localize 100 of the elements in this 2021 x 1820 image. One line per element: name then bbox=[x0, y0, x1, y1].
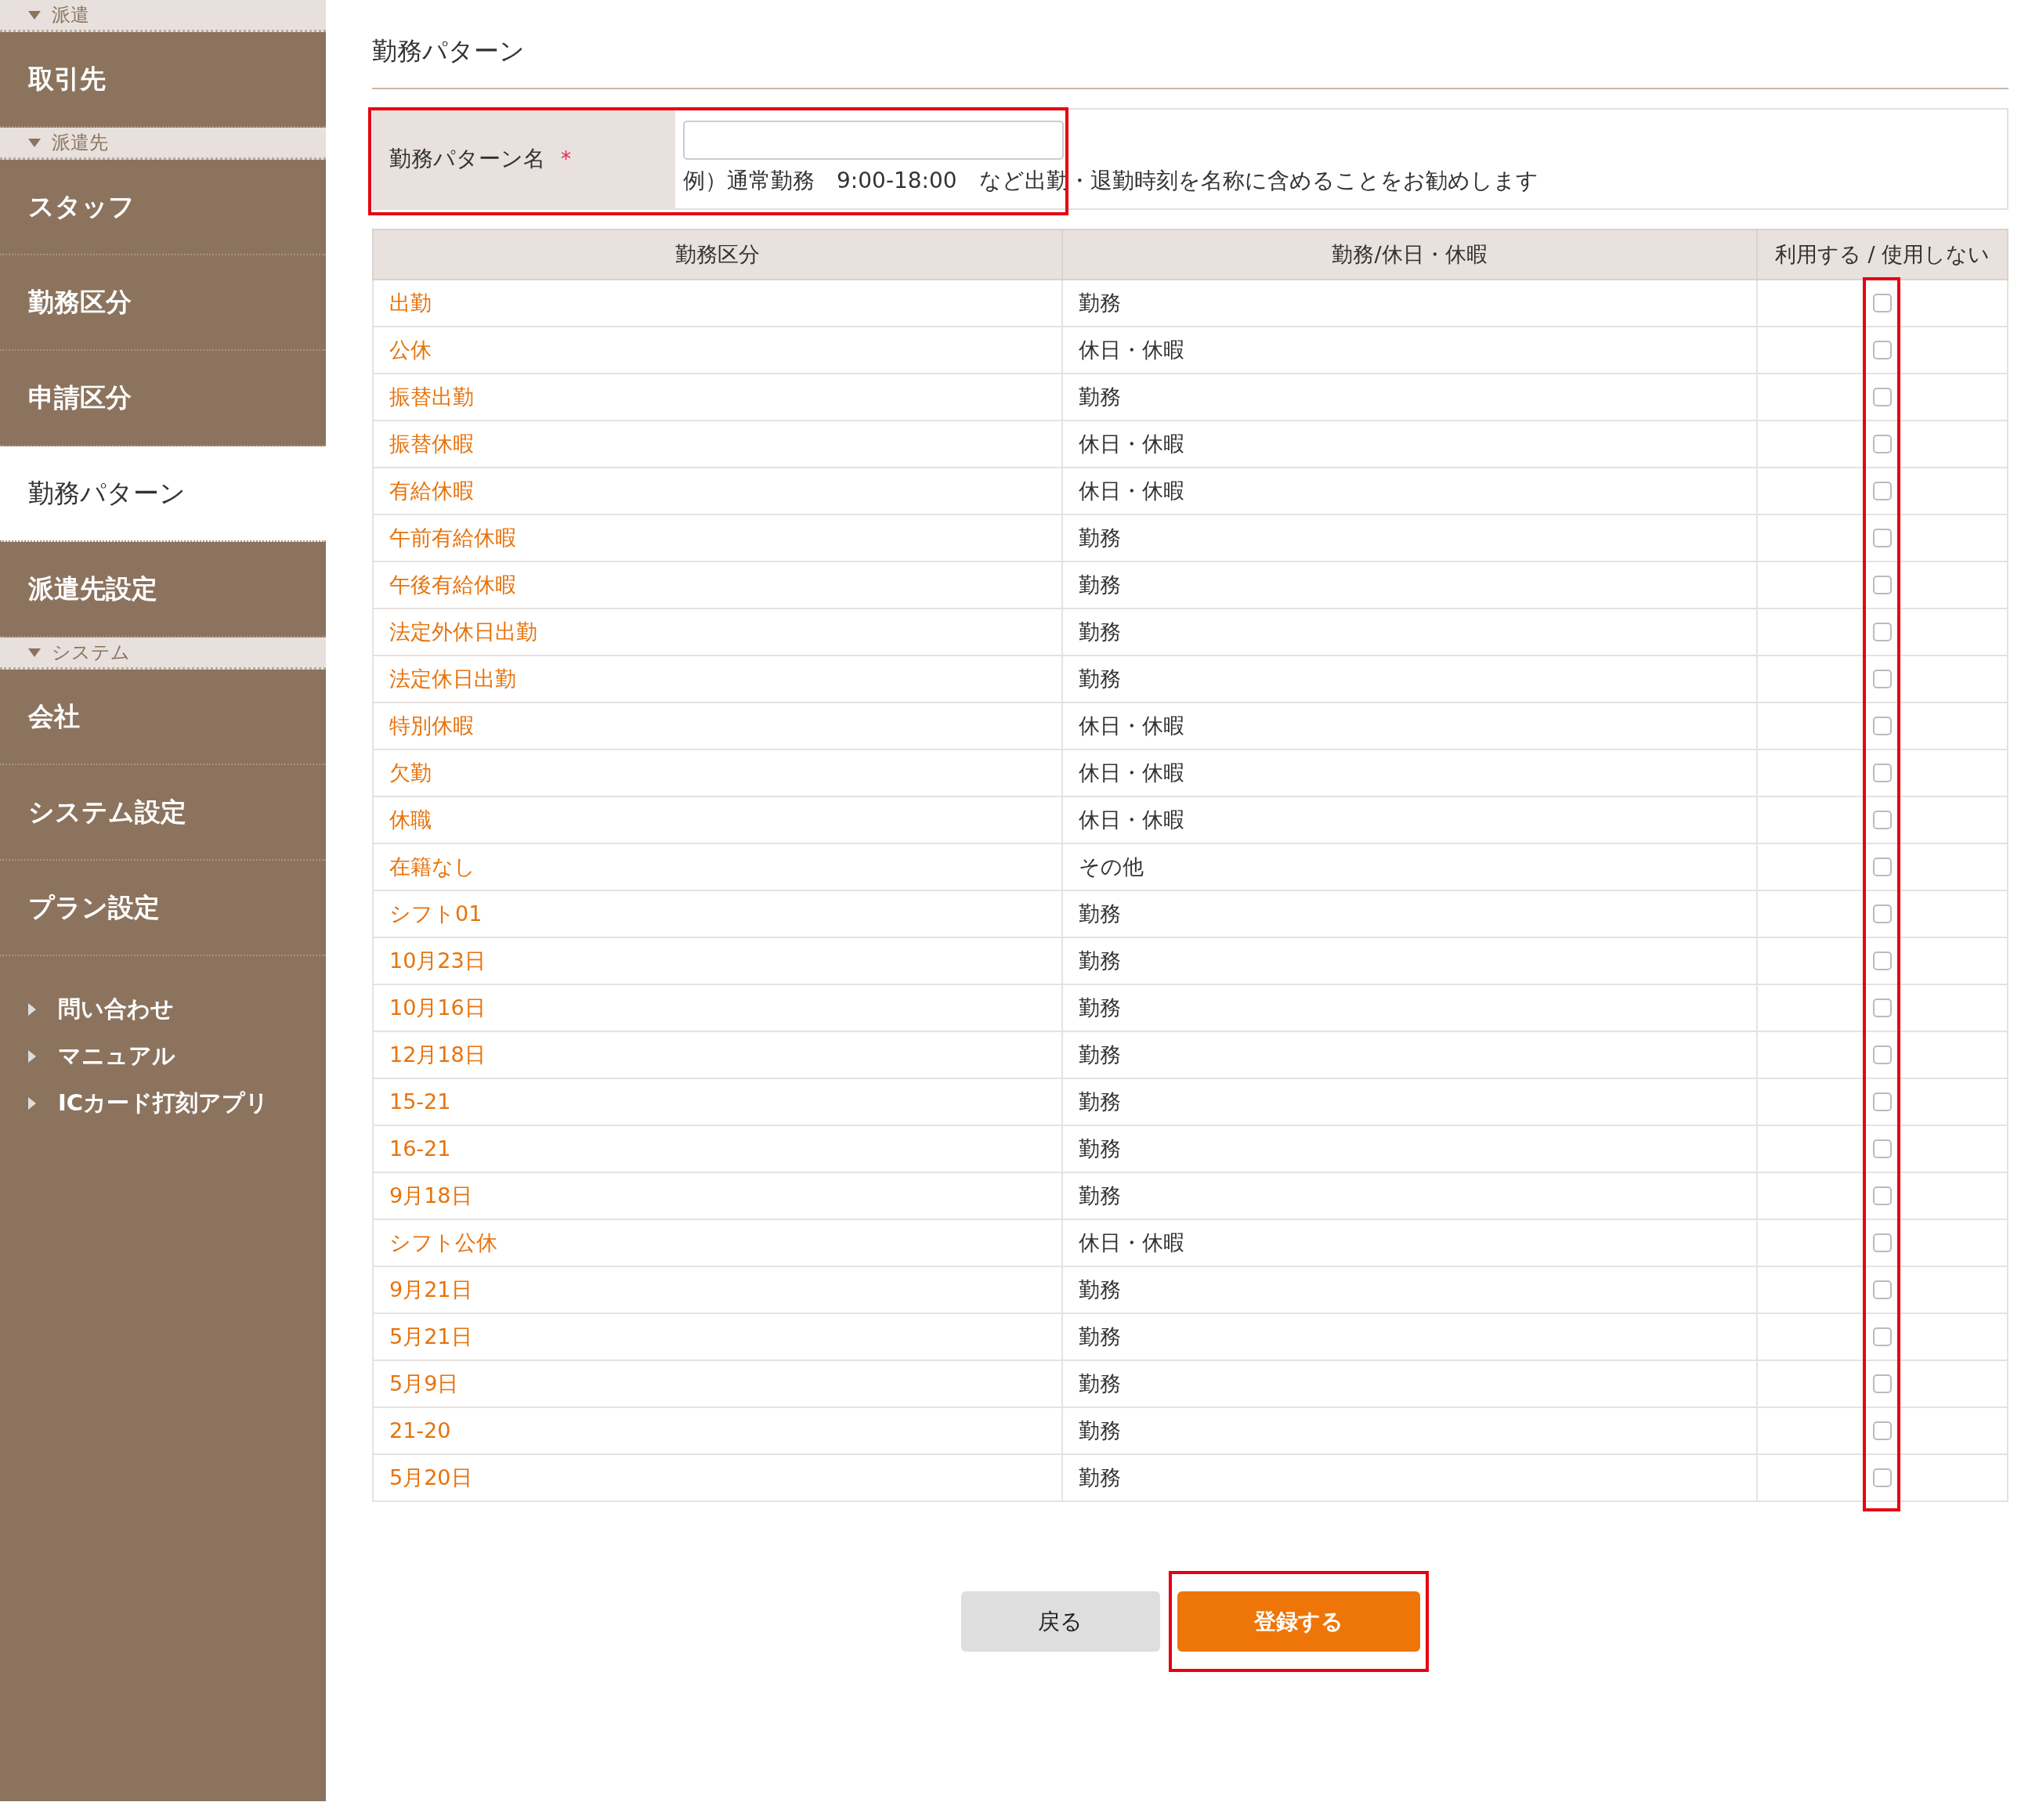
triangle-icon bbox=[28, 648, 41, 657]
checkbox[interactable] bbox=[1873, 1374, 1892, 1394]
row-link[interactable]: 10月16日 bbox=[389, 995, 486, 1020]
back-button[interactable]: 戻る bbox=[960, 1591, 1160, 1652]
checkbox[interactable] bbox=[1873, 998, 1892, 1018]
table-cell: その他 bbox=[1062, 843, 1757, 891]
sidebar-link[interactable]: マニュアル bbox=[58, 1039, 175, 1074]
row-link[interactable]: 21-20 bbox=[389, 1418, 451, 1443]
checkbox[interactable] bbox=[1873, 1045, 1892, 1065]
table-cell: 休日・休暇 bbox=[1062, 1219, 1757, 1267]
sidebar-item[interactable]: 会社 bbox=[0, 670, 326, 765]
sidebar-link[interactable]: 問い合わせ bbox=[58, 992, 174, 1027]
row-link[interactable]: 振替出勤 bbox=[389, 385, 474, 410]
table-cell: 勤務 bbox=[1062, 937, 1757, 985]
sidebar-item[interactable]: スタッフ bbox=[0, 160, 326, 255]
row-link[interactable]: 5月21日 bbox=[389, 1324, 472, 1349]
register-button[interactable]: 登録する bbox=[1177, 1591, 1420, 1652]
input-field[interactable] bbox=[683, 121, 1064, 161]
table-cell: 勤務 bbox=[1062, 1266, 1757, 1314]
section-title: 派遣先 bbox=[52, 131, 108, 155]
section-header[interactable]: システム bbox=[0, 637, 326, 670]
checkbox[interactable] bbox=[1873, 576, 1892, 595]
checkbox[interactable] bbox=[1873, 1327, 1892, 1347]
sidebar-item[interactable]: プラン設定 bbox=[0, 861, 326, 956]
checkbox[interactable] bbox=[1873, 952, 1892, 971]
table-cell: 勤務 bbox=[1062, 374, 1757, 421]
row-link[interactable]: 特別休暇 bbox=[389, 713, 474, 738]
checkbox[interactable] bbox=[1873, 1468, 1892, 1488]
checkbox[interactable] bbox=[1873, 341, 1892, 360]
checkbox[interactable] bbox=[1873, 764, 1892, 783]
table-cell: 休日・休暇 bbox=[1062, 749, 1757, 797]
row-link[interactable]: 10月23日 bbox=[389, 948, 486, 973]
row-link[interactable]: 9月18日 bbox=[389, 1183, 472, 1208]
row-link[interactable]: 欠勤 bbox=[389, 760, 432, 785]
row-link[interactable]: 16-21 bbox=[389, 1136, 451, 1161]
checkbox[interactable] bbox=[1873, 294, 1892, 313]
page-title: 勤務パターン bbox=[372, 36, 2008, 90]
row-link[interactable]: 在籍なし bbox=[389, 854, 475, 879]
table-cell: 勤務 bbox=[1062, 608, 1757, 656]
row-link[interactable]: 法定休日出勤 bbox=[389, 666, 516, 692]
table-cell: 勤務 bbox=[1062, 1313, 1757, 1361]
table-cell: 休日・休暇 bbox=[1062, 702, 1757, 750]
checkbox[interactable] bbox=[1873, 435, 1892, 454]
table-cell: 勤務 bbox=[1062, 1454, 1757, 1502]
required-mark: * bbox=[561, 146, 571, 172]
table-cell: 勤務 bbox=[1062, 984, 1757, 1032]
column-header: 勤務/休日・休暇 bbox=[1062, 229, 1757, 280]
section-title: 派遣 bbox=[52, 3, 89, 27]
sidebar-item[interactable]: 勤務区分 bbox=[0, 255, 326, 351]
checkbox[interactable] bbox=[1873, 1233, 1892, 1253]
field-label: 勤務パターン名 bbox=[389, 145, 545, 174]
table-cell: 休日・休暇 bbox=[1062, 468, 1757, 515]
row-link[interactable]: 振替休暇 bbox=[389, 432, 474, 457]
sidebar-item[interactable]: 勤務パターン bbox=[0, 446, 326, 542]
checkbox[interactable] bbox=[1873, 623, 1892, 642]
table-cell: 勤務 bbox=[1062, 1031, 1757, 1079]
table-cell: 休日・休暇 bbox=[1062, 796, 1757, 844]
triangle-icon bbox=[28, 138, 41, 147]
row-link[interactable]: 午後有給休暇 bbox=[389, 572, 516, 598]
sidebar-link[interactable]: ICカード打刻アプリ bbox=[58, 1086, 269, 1121]
row-link[interactable]: 出勤 bbox=[389, 291, 432, 316]
triangle-icon bbox=[28, 1003, 36, 1016]
row-link[interactable]: 有給休暇 bbox=[389, 478, 474, 504]
table-cell: 勤務 bbox=[1062, 515, 1757, 562]
checkbox[interactable] bbox=[1873, 858, 1892, 877]
row-link[interactable]: 9月21日 bbox=[389, 1277, 472, 1302]
table-cell: 勤務 bbox=[1062, 1360, 1757, 1408]
table-cell: 勤務 bbox=[1062, 280, 1757, 327]
table-cell: 勤務 bbox=[1062, 655, 1757, 703]
table-cell: 勤務 bbox=[1062, 1125, 1757, 1173]
table-cell: 勤務 bbox=[1062, 890, 1757, 938]
row-link[interactable]: 午前有給休暇 bbox=[389, 525, 516, 551]
triangle-icon bbox=[28, 10, 41, 20]
section-header[interactable]: 派遣 bbox=[0, 0, 326, 32]
row-link[interactable]: 法定外休日出勤 bbox=[389, 619, 537, 645]
row-link[interactable]: シフト公休 bbox=[389, 1230, 497, 1255]
sidebar-item[interactable]: システム設定 bbox=[0, 765, 326, 861]
checkbox[interactable] bbox=[1873, 482, 1892, 501]
section-header[interactable]: 派遣先 bbox=[0, 128, 326, 160]
checkbox[interactable] bbox=[1873, 529, 1892, 548]
checkbox[interactable] bbox=[1873, 388, 1892, 407]
checkbox[interactable] bbox=[1873, 670, 1892, 689]
table-cell: 勤務 bbox=[1062, 1078, 1757, 1126]
checkbox[interactable] bbox=[1873, 717, 1892, 736]
checkbox[interactable] bbox=[1873, 811, 1892, 830]
row-link[interactable]: シフト01 bbox=[389, 901, 483, 926]
triangle-icon bbox=[28, 1097, 36, 1110]
checkbox[interactable] bbox=[1873, 1186, 1892, 1206]
checkbox[interactable] bbox=[1873, 1280, 1892, 1300]
checkbox[interactable] bbox=[1873, 1139, 1892, 1159]
row-link[interactable]: 休職 bbox=[389, 807, 432, 832]
table-cell: 勤務 bbox=[1062, 1172, 1757, 1220]
checkbox[interactable] bbox=[1873, 905, 1892, 924]
checkbox[interactable] bbox=[1873, 1421, 1892, 1441]
row-link[interactable]: 5月9日 bbox=[389, 1371, 459, 1396]
row-link[interactable]: 5月20日 bbox=[389, 1465, 472, 1490]
row-link[interactable]: 公休 bbox=[389, 338, 432, 363]
row-link[interactable]: 15-21 bbox=[389, 1089, 451, 1114]
checkbox[interactable] bbox=[1873, 1092, 1892, 1112]
row-link[interactable]: 12月18日 bbox=[389, 1042, 486, 1067]
